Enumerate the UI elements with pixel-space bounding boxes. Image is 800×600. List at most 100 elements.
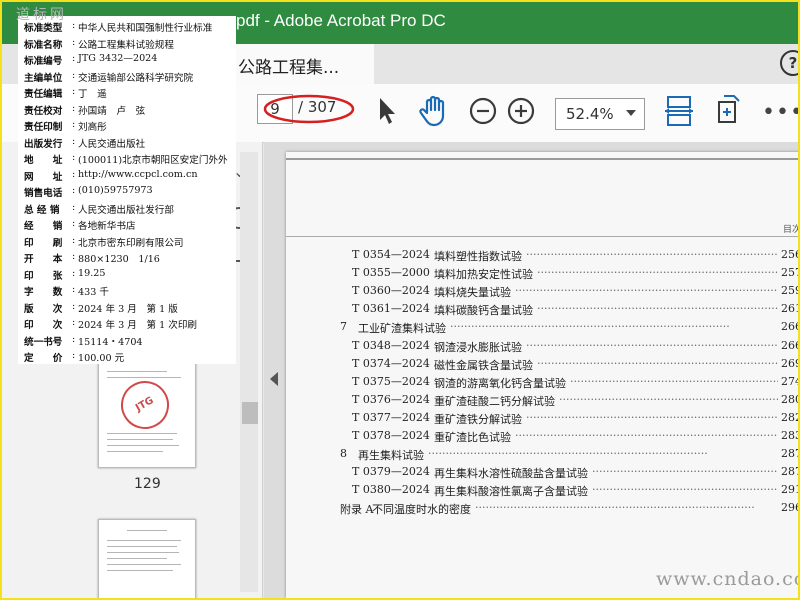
toc-code: T 0380—2024 [352, 483, 430, 497]
toc-entry: T 0360—2024 填料烧失量试验 ······················… [286, 284, 800, 302]
toc-code: 附录 A [340, 503, 374, 517]
page-thumbnail-next[interactable] [98, 519, 196, 598]
toc-title: 再生集料水溶性硫酸盐含量试验 [434, 467, 588, 481]
info-value: http://www.ccpcl.com.cn [78, 168, 198, 180]
toc-page-number: 282 [781, 410, 800, 424]
toc-page-number: 296 [781, 501, 800, 515]
hand-tool-icon[interactable] [417, 94, 451, 128]
toc-code: T 0348—2024 [352, 338, 430, 352]
info-separator: : [72, 168, 76, 180]
toc-leader-dots: ········································… [515, 429, 778, 442]
toc-code: 7 [340, 320, 347, 334]
toc-title: 填料碳酸钙含量试验 [434, 304, 533, 318]
toc-leader-dots: ········································… [526, 410, 778, 424]
info-separator: : [72, 333, 76, 345]
toc-entry: T 0377—2024 重矿渣铁分解试验 ·····················… [286, 410, 800, 429]
toc-leader-dots: ········································… [515, 284, 778, 298]
zoom-out-icon[interactable] [466, 94, 500, 128]
tab-label: 公路工程集... [238, 58, 340, 78]
toc-page-number: 257 [781, 266, 800, 280]
toc-leader-dots: ········································… [570, 374, 778, 388]
info-key: 标准编号 [24, 56, 63, 67]
toc-page-number: 287 [781, 465, 800, 479]
thumbnail-page-label: 129 [134, 476, 161, 492]
info-value: 19.25 [78, 267, 106, 279]
info-value: 2024 年 3 月 第 1 次印刷 [78, 320, 198, 331]
red-annotation-ellipse [263, 94, 355, 124]
toc-leader-dots: ········································… [526, 248, 778, 261]
toc-section: 7 工业矿渣集料试验 ·······························… [286, 320, 798, 338]
toc-entry: T 0378—2024 重矿渣比色试验 ······················… [286, 429, 800, 447]
toc-page-number: 266 [781, 338, 800, 352]
info-value: 2024 年 3 月 第 1 版 [78, 303, 178, 315]
toc-title: 不同温度时水的密度 [372, 503, 471, 517]
info-key: 印 张 [24, 270, 63, 282]
info-key: 印 刷 [24, 237, 63, 249]
info-key: 主编单位 [24, 72, 63, 84]
toc-title: 工业矿渣集料试验 [358, 322, 446, 336]
info-separator: : [72, 20, 76, 31]
toc-leader-dots: ········································… [559, 392, 778, 406]
info-value: 433 千 [78, 287, 109, 298]
info-separator: : [72, 234, 76, 246]
toc-page-number: 291 [781, 483, 800, 497]
toc-code: T 0374—2024 [352, 356, 430, 370]
toc-title: 钢渣的游离氧化钙含量试验 [434, 376, 566, 390]
zoom-value: 52.4% [566, 105, 614, 123]
toc-code: T 0360—2024 [352, 284, 430, 298]
info-separator: : [72, 267, 76, 279]
collapse-panel-icon[interactable] [270, 372, 278, 386]
scrollbar-thumb[interactable] [242, 402, 258, 424]
zoom-select[interactable]: 52.4% [555, 98, 645, 130]
rotate-pages-icon[interactable] [710, 94, 744, 128]
help-icon[interactable]: ? [780, 50, 798, 76]
tab-document[interactable]: 公路工程集... [232, 44, 374, 84]
toc-section: 8 再生集料试验 ·································… [286, 447, 798, 465]
info-separator: : [72, 185, 76, 196]
toc-title: 重矿渣硅酸二钙分解试验 [434, 394, 555, 408]
thumbnail-scrollbar[interactable] [240, 152, 258, 592]
info-value: 100.00 元 [78, 353, 125, 364]
toc-leader-dots: ········································… [475, 501, 755, 515]
zoom-in-icon[interactable] [504, 94, 538, 128]
info-value: (100011)北京市朝阳区安定门外外 [78, 155, 228, 166]
info-value: 人民交通出版社 [78, 138, 146, 150]
toc-entry: T 0380—2024 再生集料酸溶性氯离子含量试验 ···············… [286, 483, 800, 501]
more-options-icon[interactable]: ••• [762, 100, 798, 125]
info-separator: : [72, 201, 76, 213]
running-head-rule [286, 236, 798, 237]
info-key: 印 次 [24, 320, 63, 331]
info-separator: : [72, 350, 76, 361]
info-key: 版 次 [24, 303, 63, 315]
toc-code: T 0354—2024 [352, 248, 430, 261]
info-value: 刘高彤 [78, 122, 107, 133]
info-key: 责任校对 [24, 105, 63, 117]
toc-leader-dots: ········································… [428, 447, 708, 461]
select-arrow-icon[interactable] [372, 94, 406, 128]
window-title: pdf - Adobe Acrobat Pro DC [236, 11, 446, 30]
info-key: 定 价 [24, 353, 63, 364]
chevron-down-icon [626, 110, 636, 116]
info-separator: : [72, 300, 76, 312]
toc-page-number: 283 [781, 429, 800, 442]
info-separator: : [72, 284, 76, 295]
info-key: 经 销 [24, 221, 63, 232]
info-value: 各地新华书店 [78, 221, 136, 232]
toc-leader-dots: ········································… [537, 302, 778, 316]
toc-leader-dots: ········································… [526, 338, 778, 352]
page-thumbnail-129[interactable]: JTG [98, 360, 196, 468]
toc-entry: T 0355—2000 填料加热安定性试验 ····················… [286, 266, 800, 284]
toc-code: T 0378—2024 [352, 429, 430, 442]
toc-title: 重矿渣比色试验 [434, 431, 511, 444]
info-key: 网 址 [24, 171, 63, 183]
toc-page-number: 259 [781, 284, 800, 298]
info-value: 880×1230 1/16 [78, 254, 160, 265]
toc-appendix: 附录 A 不同温度时水的密度 ···························… [286, 501, 800, 519]
info-value: 孙国靖 卢 弦 [78, 105, 146, 117]
toc-title: 钢渣浸水膨胀试验 [434, 340, 522, 354]
info-key: 开 本 [24, 254, 63, 265]
info-separator: : [72, 69, 76, 81]
site-watermark: www.cndao.com [656, 568, 798, 590]
toc-leader-dots: ········································… [537, 266, 778, 280]
fit-width-icon[interactable] [662, 94, 696, 128]
